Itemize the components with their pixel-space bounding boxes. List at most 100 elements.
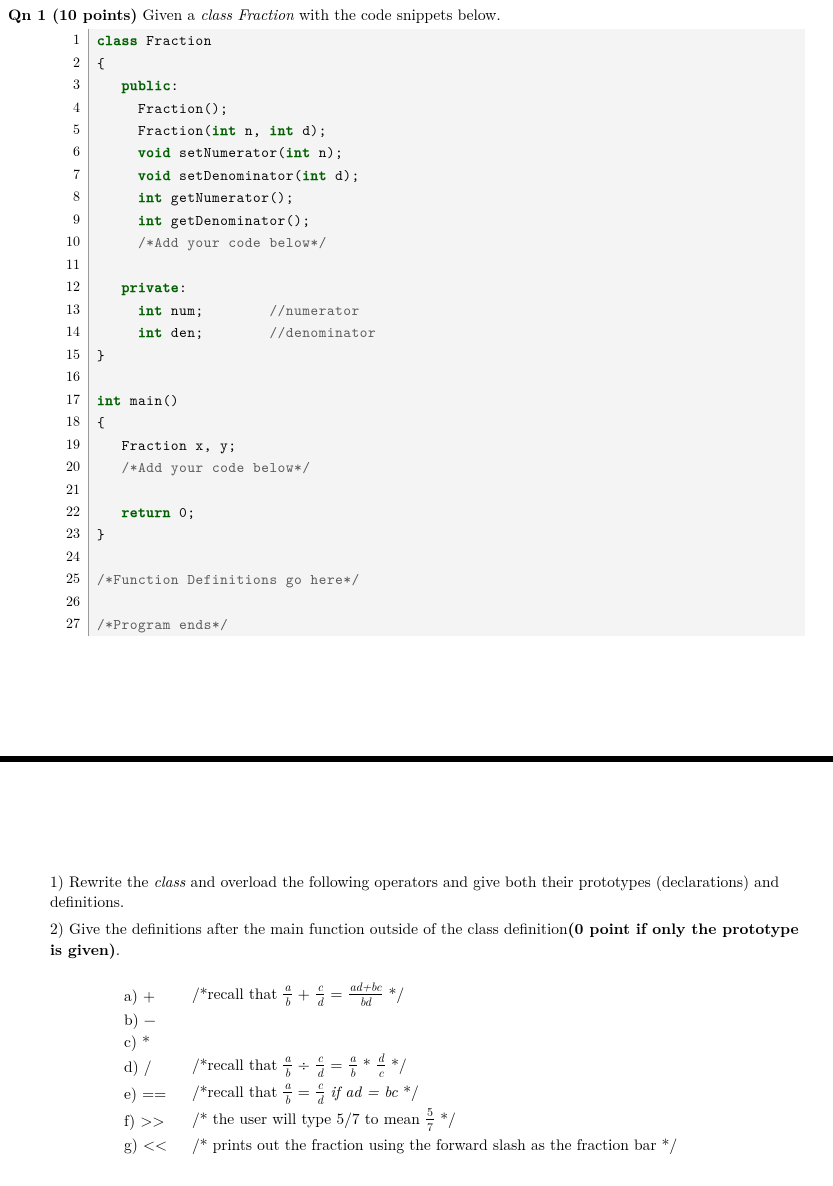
plus-sign: + [298, 983, 315, 1004]
op-g-hint: /* prints out the fraction using the for… [192, 1135, 677, 1155]
star-suffix: */ [389, 983, 405, 1004]
code-line: 16 [50, 366, 805, 388]
star-suffix: */ [391, 1054, 407, 1075]
code-table: 1class Fraction2{3 public:4 Fraction();5… [50, 29, 805, 636]
code-text: { [97, 412, 105, 432]
instruction-2: 2) Give the definitions after the main f… [50, 918, 799, 960]
code-cell: Fraction(int n, int d); [89, 119, 806, 141]
op-g: g) << /* prints out the fraction using t… [124, 1134, 799, 1156]
line-number: 2 [50, 52, 89, 74]
code-line: 15} [50, 344, 805, 366]
code-line: 18{ [50, 411, 805, 433]
code-line: 23} [50, 523, 805, 545]
line-number: 19 [50, 434, 89, 456]
op-d-label: d) / [124, 1057, 172, 1077]
frac-a-b: ab [283, 1052, 291, 1079]
frac-den: d [316, 995, 324, 1008]
line-number: 27 [50, 613, 89, 635]
frac-d-c: dc [377, 1052, 385, 1079]
question-intro-suffix: with the code snippets below. [294, 4, 501, 25]
code-keyword: int [302, 165, 327, 185]
recall-prefix: /*recall that [192, 983, 282, 1004]
op-e: e) == /*recall that ab = cd if ad = bc *… [124, 1080, 799, 1107]
code-text [97, 165, 138, 185]
code-cell: return 0; [89, 501, 806, 523]
code-keyword: class [97, 30, 146, 50]
code-text: Fraction(); [97, 98, 228, 118]
code-cell: class Fraction [89, 29, 806, 51]
code-line: 5 Fraction(int n, int d); [50, 119, 805, 141]
code-text: main() [122, 390, 180, 410]
code-text: d); [327, 165, 360, 185]
code-comment: /*Program ends*/ [97, 614, 228, 634]
code-line: 1class Fraction [50, 29, 805, 51]
op-b: b) − [124, 1009, 799, 1031]
frac-den: bd [349, 995, 383, 1008]
code-cell: { [89, 52, 806, 74]
question-label: Qn 1 (10 points) [8, 2, 137, 25]
frac-c-d: cd [316, 1052, 324, 1079]
code-text [97, 210, 138, 230]
code-text: n, [237, 120, 270, 140]
eq-cond: if ad = bc [330, 1081, 403, 1102]
star-suffix: */ [440, 1108, 456, 1129]
code-line: 2{ [50, 52, 805, 74]
code-keyword: int [138, 300, 163, 320]
code-line: 17int main() [50, 389, 805, 411]
code-cell: } [89, 344, 806, 366]
instruction-2-prefix: 2) Give the definitions after the main f… [50, 918, 568, 939]
code-text: setDenominator( [171, 165, 302, 185]
equals-sign: = [298, 1081, 315, 1102]
op-e-hint: /*recall that ab = cd if ad = bc */ [192, 1080, 419, 1107]
op-a-label: a) + [124, 986, 172, 1006]
line-number: 21 [50, 479, 89, 501]
code-block: 1class Fraction2{3 public:4 Fraction();5… [50, 29, 805, 636]
code-line: 22 return 0; [50, 501, 805, 523]
code-text: } [97, 345, 105, 365]
code-line: 6 void setNumerator(int n); [50, 141, 805, 163]
line-number: 6 [50, 141, 89, 163]
frac-result: ad+bcbd [349, 981, 383, 1008]
code-cell: Fraction(); [89, 97, 806, 119]
code-line: 11 [50, 254, 805, 276]
code-keyword: int [286, 142, 311, 162]
op-f-hint-text: /* the user will type 5/7 to mean [192, 1108, 425, 1129]
line-number: 13 [50, 299, 89, 321]
code-cell [89, 479, 806, 501]
line-number: 9 [50, 209, 89, 231]
code-cell [89, 366, 806, 388]
code-line: 10 /*Add your code below*/ [50, 231, 805, 253]
code-cell: { [89, 411, 806, 433]
code-cell: Fraction x, y; [89, 434, 806, 456]
code-line: 13 int num; //numerator [50, 299, 805, 321]
operator-list: a) + /*recall that ab + cd = ad+bcbd */ … [124, 982, 799, 1156]
line-number: 12 [50, 276, 89, 298]
code-line: 7 void setDenominator(int d); [50, 164, 805, 186]
code-text: Fraction [146, 30, 212, 50]
line-number: 25 [50, 568, 89, 590]
code-line: 9 int getDenominator(); [50, 209, 805, 231]
instruction-1-prefix: 1) Rewrite the [50, 871, 154, 892]
code-text [97, 300, 138, 320]
code-cell: int getNumerator(); [89, 186, 806, 208]
code-keyword: void [138, 142, 171, 162]
equals-sign: = [330, 983, 347, 1004]
op-f-hint: /* the user will type 5/7 to mean 57 */ [192, 1107, 456, 1134]
line-number: 17 [50, 389, 89, 411]
frac-c-d: cd [316, 981, 324, 1008]
div-sign: ÷ [298, 1054, 315, 1075]
star-suffix: */ [403, 1081, 419, 1102]
code-cell: int main() [89, 389, 806, 411]
frac-den: b [349, 1066, 357, 1079]
line-number: 11 [50, 254, 89, 276]
code-keyword: public [122, 75, 171, 95]
code-cell: int getDenominator(); [89, 209, 806, 231]
question-title: Qn 1 (10 points) Given a class Fraction … [8, 4, 805, 25]
section-divider [0, 756, 833, 762]
code-line: 8 int getNumerator(); [50, 186, 805, 208]
code-text: getNumerator(); [163, 187, 294, 207]
code-cell [89, 591, 806, 613]
frac-den: 7 [426, 1120, 434, 1133]
code-line: 27 /*Program ends*/ [50, 613, 805, 635]
frac-5-7: 57 [426, 1106, 434, 1133]
